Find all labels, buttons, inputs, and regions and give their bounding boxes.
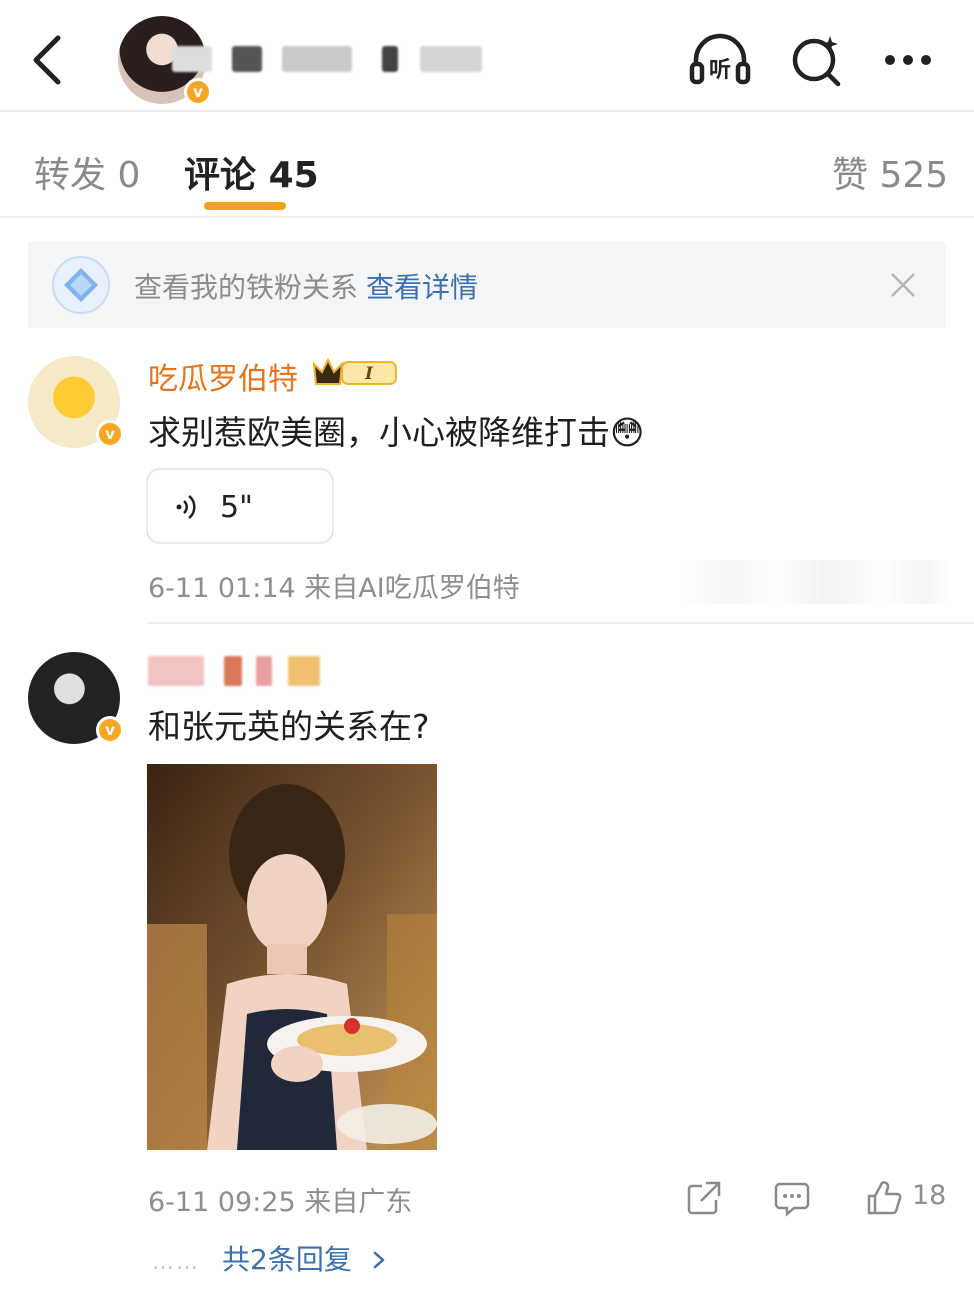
comment-divider xyxy=(148,622,974,624)
replies-dots: …… xyxy=(152,1250,200,1275)
comment-icon[interactable] xyxy=(772,1178,812,1218)
view-replies-link[interactable]: …… 共2条回复 xyxy=(152,1238,389,1278)
level-badge-icon: I xyxy=(312,357,397,385)
comment-time: 6-11 01:14 xyxy=(148,573,296,604)
voice-duration: 5" xyxy=(220,490,253,525)
commenter-name[interactable]: 吃瓜罗伯特 xyxy=(148,354,298,398)
fan-relationship-banner[interactable]: 查看我的铁粉关系 查看详情 xyxy=(28,242,946,328)
tab-repost-label: 转发 xyxy=(34,155,107,196)
tab-repost[interactable]: 转发 0 xyxy=(34,146,140,198)
tab-comments[interactable]: 评论 45 xyxy=(184,146,319,198)
like-icon[interactable] xyxy=(864,1178,904,1218)
back-icon[interactable] xyxy=(22,28,74,92)
comment-photo[interactable] xyxy=(147,764,437,1150)
tab-likes-count: 525 xyxy=(879,155,949,196)
chevron-right-icon xyxy=(373,1251,384,1269)
verified-badge-icon: v xyxy=(96,420,124,448)
comment-text-body: 求别惹欧美圈，小心被降维打击 xyxy=(148,413,610,452)
tab-comments-label: 评论 xyxy=(184,155,257,196)
active-tab-indicator xyxy=(204,202,286,210)
tab-comments-count: 45 xyxy=(268,155,319,196)
view-details-link[interactable]: 查看详情 xyxy=(366,271,478,304)
commenter-name-redacted[interactable] xyxy=(148,654,328,688)
comment-source: 来自广东 xyxy=(304,1187,413,1218)
comment-source: 来自AI吃瓜罗伯特 xyxy=(304,573,520,604)
dizzy-face-emoji-icon: 😳 xyxy=(610,413,645,452)
comment-meta: 6-11 09:25 来自广东 xyxy=(148,1180,412,1219)
svg-text:听: 听 xyxy=(709,58,731,83)
comment-text: 和张元英的关系在? xyxy=(148,707,430,746)
verified-badge-icon: v xyxy=(184,78,212,106)
voice-message[interactable]: 5" xyxy=(146,468,334,544)
verified-badge-icon: v xyxy=(96,716,124,744)
tab-likes-label: 赞 xyxy=(832,155,869,196)
comment-time: 6-11 09:25 xyxy=(148,1187,296,1218)
search-icon[interactable] xyxy=(786,30,850,90)
fan-banner-text: 查看我的铁粉关系 查看详情 xyxy=(134,266,478,306)
comment-text: 求别惹欧美圈，小心被降维打击😳 xyxy=(148,406,644,454)
tab-bar: 转发 0 评论 45 赞 525 xyxy=(0,112,974,218)
fan-banner-label: 查看我的铁粉关系 xyxy=(134,271,359,304)
more-icon[interactable] xyxy=(878,30,942,90)
comment-meta: 6-11 01:14 来自AI吃瓜罗伯特 xyxy=(148,566,520,605)
like-count: 18 xyxy=(912,1180,947,1211)
close-icon[interactable] xyxy=(886,268,920,302)
diamond-icon xyxy=(52,256,110,314)
author-name-redacted[interactable] xyxy=(172,38,482,82)
voice-wave-icon xyxy=(176,495,196,519)
tab-repost-count: 0 xyxy=(117,155,141,196)
replies-label: 共2条回复 xyxy=(222,1243,352,1276)
svg-text:I: I xyxy=(364,364,374,384)
listen-icon[interactable]: 听 xyxy=(688,30,752,90)
top-bar: v 听 xyxy=(0,0,974,112)
comment-actions-faded xyxy=(680,560,950,604)
tab-likes[interactable]: 赞 525 xyxy=(832,146,948,198)
comment-avatar[interactable]: v xyxy=(28,356,124,448)
share-icon[interactable] xyxy=(684,1178,724,1218)
comment-avatar[interactable]: v xyxy=(28,652,124,744)
photo-image xyxy=(147,764,437,1150)
